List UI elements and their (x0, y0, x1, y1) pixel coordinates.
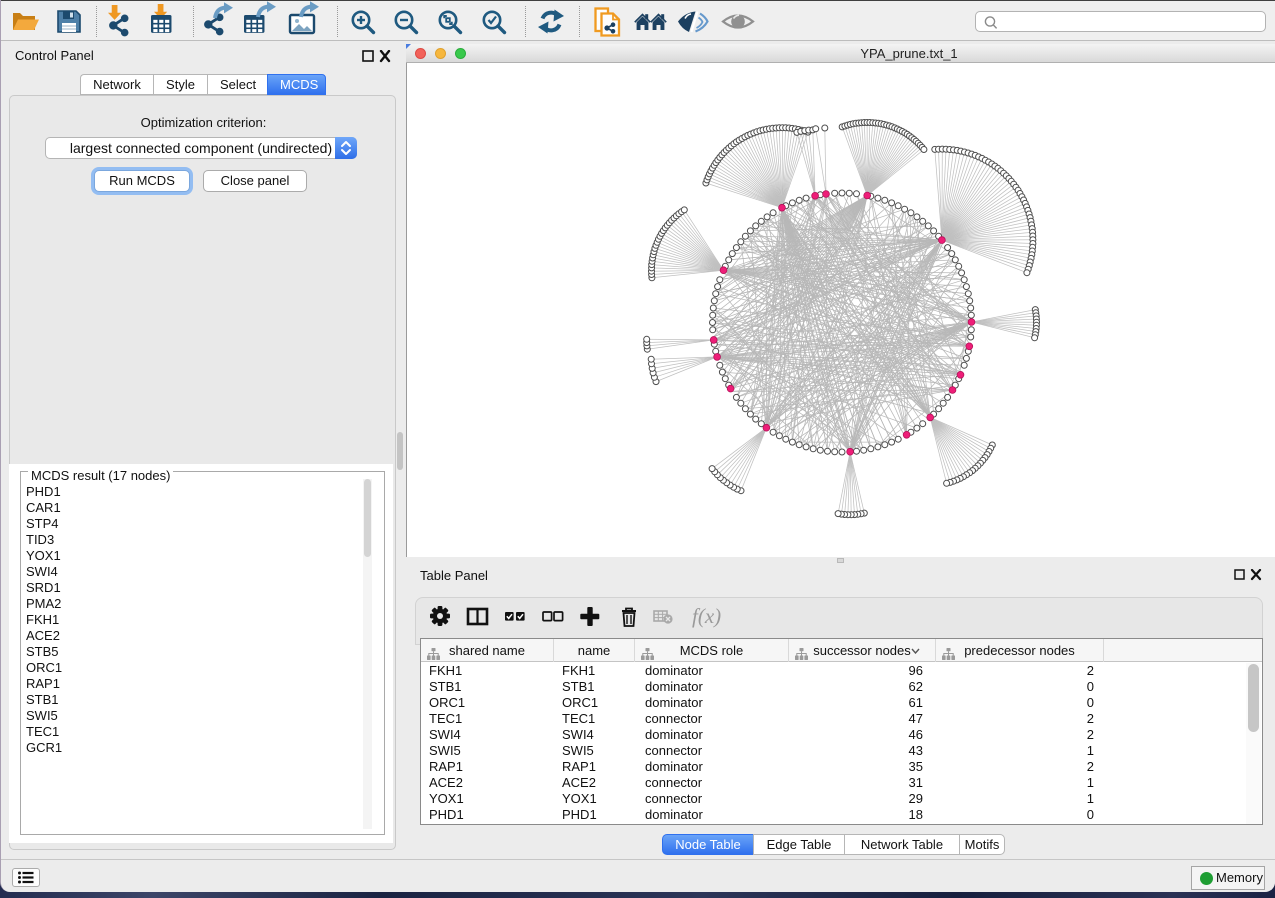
svg-text:f(x): f(x) (692, 604, 721, 628)
